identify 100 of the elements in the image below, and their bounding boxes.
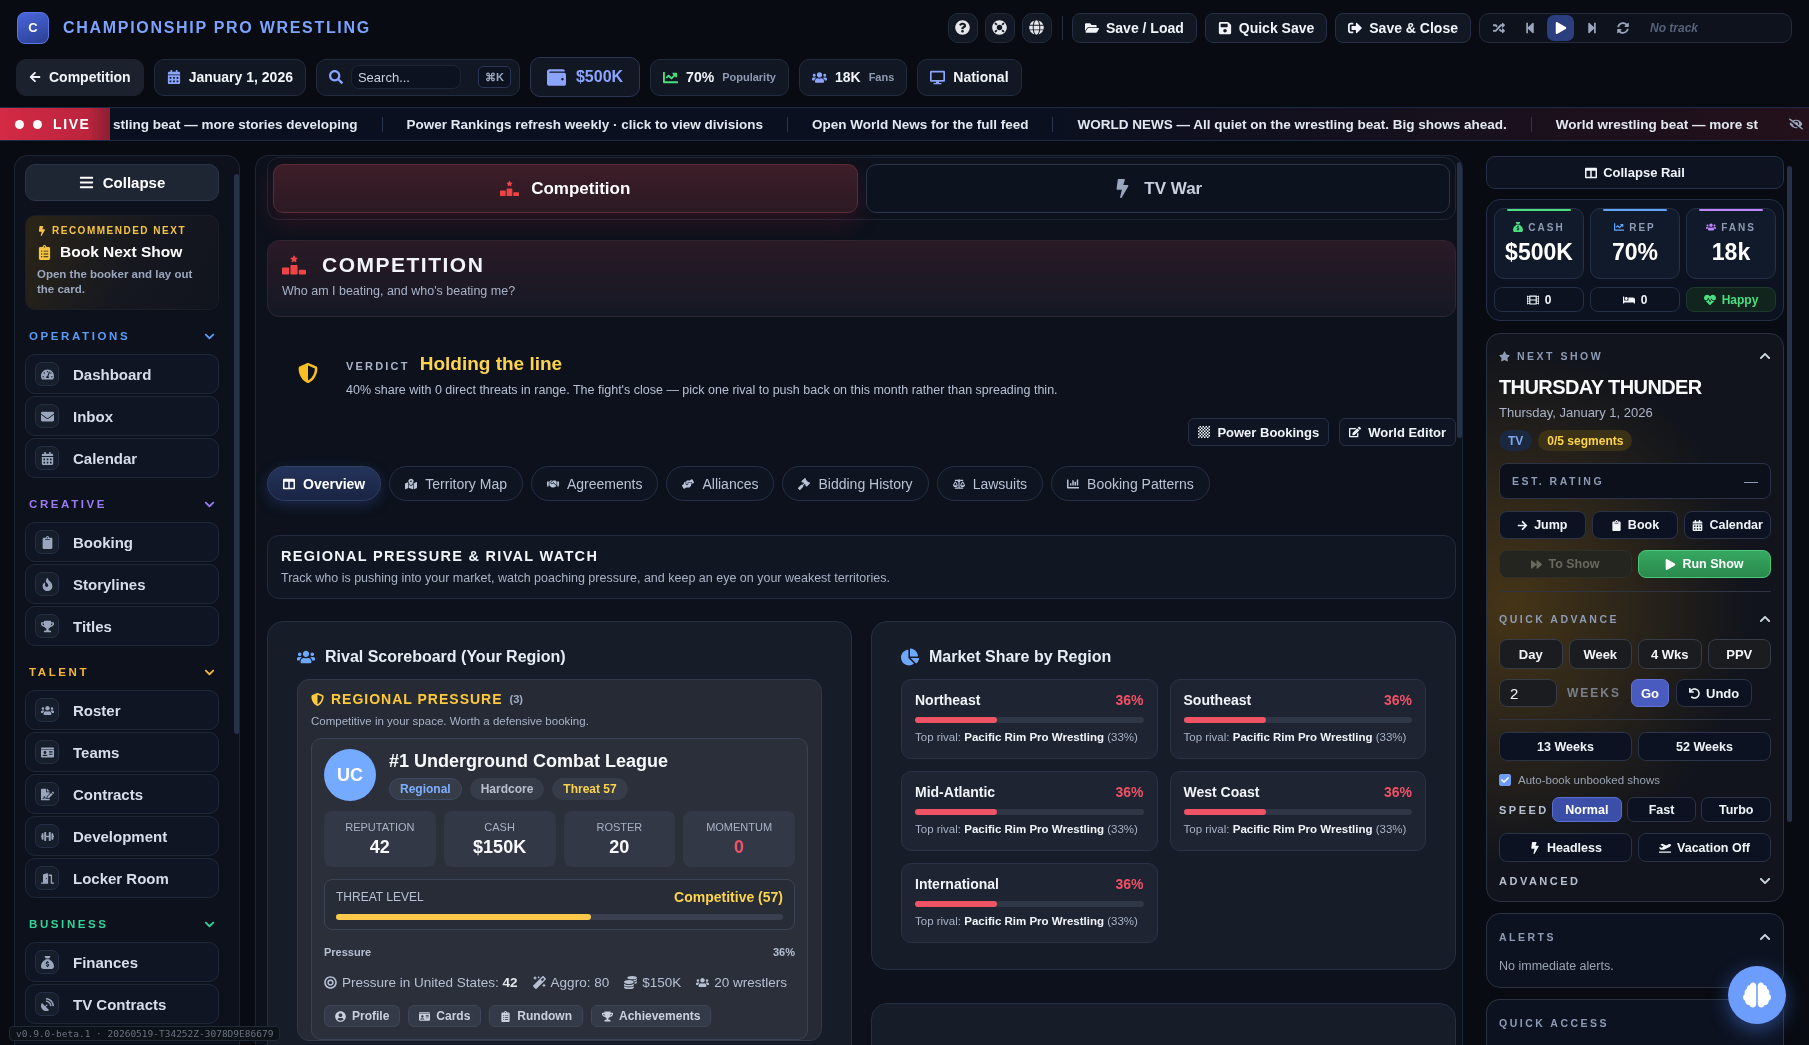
- verdict-text: 40% share with 0 direct threats in range. The fight's close — pick one rival to push back on this month rather than spreading thin.: [346, 383, 1058, 397]
- nav-item[interactable]: Development: [25, 816, 219, 856]
- scrollbar-thumb[interactable]: [1457, 162, 1462, 438]
- section-heading[interactable]: OPERATIONS: [29, 330, 131, 342]
- page-tab[interactable]: TV War: [865, 164, 1450, 213]
- check-icon: [1501, 776, 1509, 784]
- nav-item[interactable]: Roster: [25, 690, 219, 730]
- tool-button[interactable]: World Editor: [1339, 418, 1456, 446]
- chevron-up-icon[interactable]: [1759, 931, 1771, 943]
- advance-button[interactable]: 52 Weeks: [1638, 732, 1771, 761]
- nav-item[interactable]: Storylines: [25, 564, 219, 604]
- go-button[interactable]: Go: [1631, 679, 1669, 707]
- scrollbar-thumb[interactable]: [1787, 166, 1792, 822]
- advance-button[interactable]: 13 Weeks: [1499, 732, 1632, 761]
- rival-action-button[interactable]: Rundown: [489, 1005, 583, 1027]
- show-action-button[interactable]: Calendar: [1684, 511, 1771, 539]
- region-name: West Coast: [1183, 784, 1260, 800]
- sub-tab[interactable]: Agreements: [530, 466, 659, 501]
- speed-option[interactable]: Normal: [1552, 797, 1622, 822]
- top-rival-text: Top rival: Pacific Rim Pro Wrestling (33%): [915, 823, 1139, 835]
- ticker-headline[interactable]: World wrestling beat — more st: [1530, 116, 1783, 132]
- nav-item[interactable]: Dashboard: [25, 354, 219, 394]
- trophy-icon: [35, 614, 59, 638]
- app-logo: C: [17, 11, 49, 44]
- tool-button[interactable]: Power Bookings: [1188, 418, 1330, 446]
- advance-button[interactable]: PPV: [1707, 639, 1771, 669]
- verdict-label: VERDICT: [346, 360, 410, 372]
- nav-item[interactable]: Inbox: [25, 396, 219, 436]
- run-show-button[interactable]: Run Show: [1638, 550, 1771, 578]
- nav-item[interactable]: TV Contracts: [25, 984, 219, 1024]
- nav-item[interactable]: Contracts: [25, 774, 219, 814]
- quick-save-button[interactable]: Quick Save: [1204, 12, 1328, 43]
- ticker-headline[interactable]: WORLD NEWS — All quiet on the wrestling beat. Big shows ahead.: [1052, 116, 1531, 132]
- section-heading[interactable]: TALENT: [29, 666, 90, 678]
- page-tab[interactable]: Competition: [273, 164, 858, 213]
- sub-tab[interactable]: Alliances: [666, 466, 775, 501]
- advance-button[interactable]: Day: [1499, 639, 1563, 669]
- nav-item[interactable]: Teams: [25, 732, 219, 772]
- speed-option[interactable]: Fast: [1626, 797, 1697, 822]
- advance-button[interactable]: 4 Wks: [1638, 639, 1702, 669]
- ticker-headline[interactable]: stling beat — more stories developing: [110, 116, 382, 132]
- rival-action-button[interactable]: Cards: [408, 1005, 482, 1027]
- nav-item[interactable]: Titles: [25, 606, 219, 646]
- support-button[interactable]: [984, 12, 1015, 43]
- speed-label: SPEED: [1499, 803, 1547, 816]
- scrollbar-thumb[interactable]: [234, 174, 239, 734]
- chevron-up-icon[interactable]: [1759, 613, 1771, 625]
- play-button[interactable]: [1547, 14, 1574, 41]
- stat-chip[interactable]: National: [917, 58, 1022, 96]
- region-name: International: [915, 876, 999, 892]
- rating-readout: EST. RATING —: [1499, 463, 1771, 499]
- back-button[interactable]: Competition: [16, 58, 144, 96]
- chevron-down-icon[interactable]: [1759, 875, 1771, 887]
- mode-button[interactable]: Headless: [1499, 833, 1632, 862]
- nav-item[interactable]: Booking: [25, 522, 219, 562]
- sub-tab[interactable]: Overview: [267, 466, 382, 501]
- collapse-rail-button[interactable]: Collapse Rail: [1486, 156, 1784, 189]
- recommendation-eyebrow: RECOMMENDED NEXT: [52, 225, 186, 236]
- checkbox[interactable]: [1499, 774, 1511, 786]
- show-action-button[interactable]: Jump: [1499, 511, 1586, 539]
- coins-icon: [624, 976, 638, 989]
- date-button[interactable]: January 1, 2026: [153, 58, 306, 96]
- sub-tab[interactable]: Territory Map: [389, 466, 523, 501]
- nav-item[interactable]: Calendar: [25, 438, 219, 478]
- stat-chip[interactable]: 18K Fans: [798, 58, 908, 96]
- advanced-label[interactable]: ADVANCED: [1499, 875, 1581, 887]
- ticker-headline[interactable]: Open World News for the full feed: [786, 116, 1053, 132]
- nav-item[interactable]: Locker Room: [25, 858, 219, 898]
- mode-button[interactable]: Vacation Off: [1638, 833, 1771, 862]
- stat-value: 42: [369, 836, 390, 858]
- fact-text: Pressure in United States: 42: [342, 975, 518, 990]
- flame-icon: [35, 572, 59, 596]
- show-action-button[interactable]: Book: [1591, 511, 1679, 539]
- collapse-button[interactable]: Collapse: [25, 164, 219, 201]
- rival-action-button[interactable]: Achievements: [591, 1005, 712, 1027]
- live-label: LIVE: [53, 116, 91, 132]
- language-button[interactable]: [1021, 12, 1052, 43]
- section-heading[interactable]: BUSINESS: [29, 918, 109, 930]
- rival-action-button[interactable]: Profile: [324, 1005, 401, 1027]
- nav-item[interactable]: Finances: [25, 942, 219, 982]
- save-load-button[interactable]: Save / Load: [1071, 12, 1197, 43]
- sub-tab[interactable]: Lawsuits: [936, 466, 1044, 501]
- helping-hands-icon: [682, 477, 695, 490]
- undo-button[interactable]: Undo: [1676, 679, 1753, 707]
- pressure-reading: 36%: [772, 946, 795, 958]
- speed-option[interactable]: Turbo: [1701, 797, 1771, 822]
- search-input[interactable]: Search...: [350, 65, 461, 89]
- monitor-icon: [930, 69, 946, 85]
- advance-button[interactable]: Week: [1568, 639, 1632, 669]
- user-icon: [335, 1010, 346, 1022]
- sub-tab[interactable]: Bidding History: [782, 466, 929, 501]
- section-heading[interactable]: CREATIVE: [29, 498, 108, 510]
- stat-chip[interactable]: $500K: [529, 57, 641, 97]
- sub-tab[interactable]: Booking Patterns: [1051, 466, 1210, 501]
- weeks-input[interactable]: 2: [1499, 679, 1557, 707]
- stat-chip[interactable]: 70% Popularity: [650, 58, 789, 96]
- help-button[interactable]: [947, 12, 978, 43]
- ticker-headline[interactable]: Power Rankings refresh weekly · click to view divisions: [381, 116, 787, 132]
- save-close-button[interactable]: Save & Close: [1335, 12, 1471, 43]
- chevron-up-icon[interactable]: [1759, 350, 1771, 362]
